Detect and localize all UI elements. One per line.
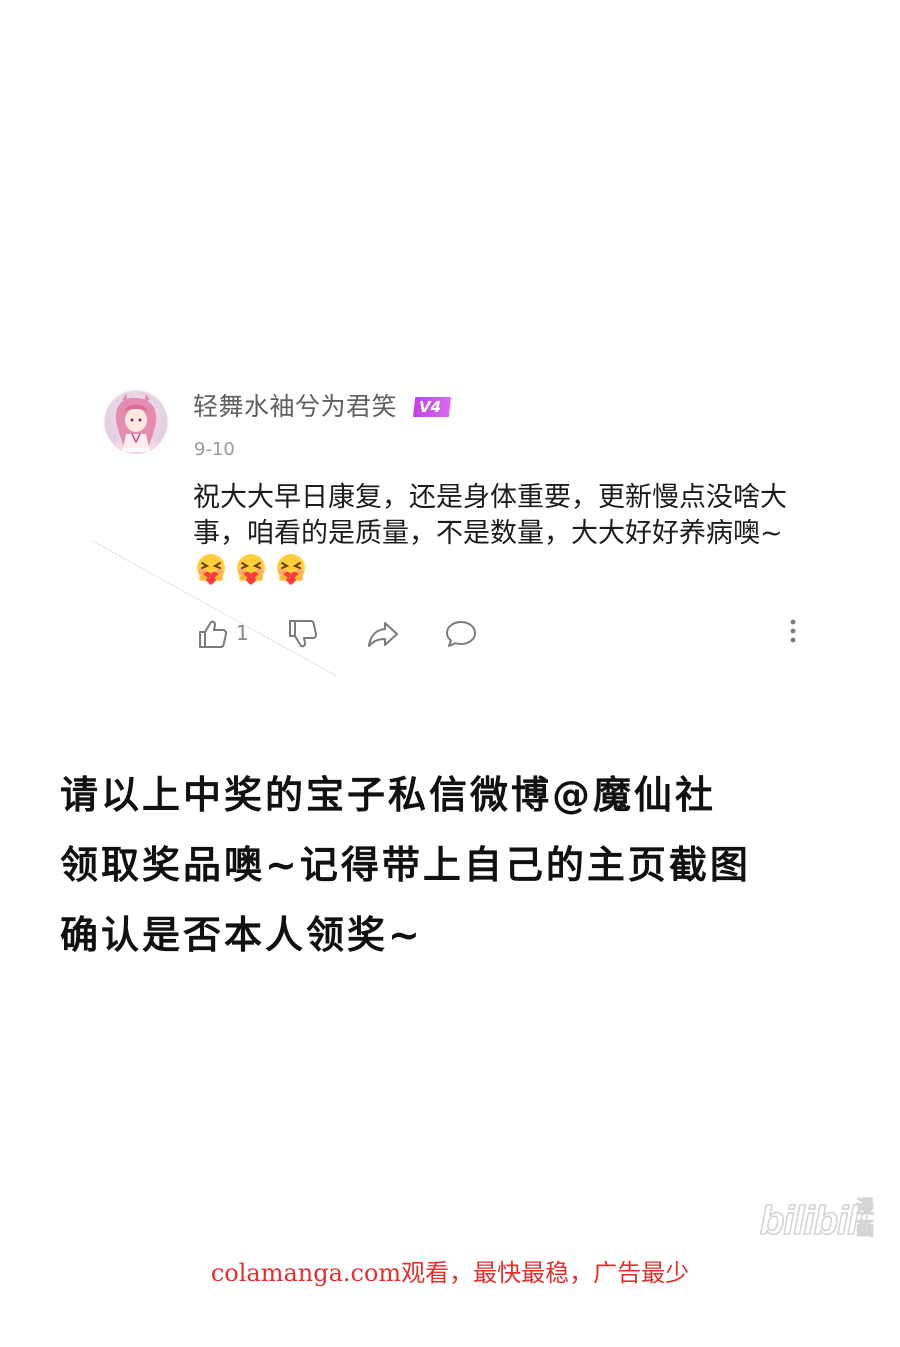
notice-line: 请以上中奖的宝子私信微博@魔仙社: [60, 773, 717, 817]
like-count: 1: [236, 621, 249, 645]
vip-level-badge: V4: [413, 397, 452, 417]
notice-line: 领取奖品噢~记得带上自己的主页截图: [60, 843, 751, 887]
thumbs-up-icon[interactable]: [196, 617, 230, 651]
hug-heart-emoji-icon: [277, 554, 305, 585]
emoji-row: [193, 552, 309, 588]
share-icon[interactable]: [366, 617, 400, 651]
comment-card: 轻舞水袖兮为君笑 V4 9-10 祝大大早日康复，还是身体重要，更新慢点没啥大事…: [0, 0, 900, 700]
comment-reply-icon[interactable]: [444, 617, 478, 651]
watermark-brand-cn: 漫画: [856, 1197, 875, 1241]
more-options-icon[interactable]: [784, 617, 802, 647]
thumbs-down-icon[interactable]: [286, 617, 320, 651]
prize-notice: 请以上中奖的宝子私信微博@魔仙社 领取奖品噢~记得带上自己的主页截图 确认是否本…: [60, 760, 860, 970]
notice-line: 确认是否本人领奖~: [60, 913, 423, 957]
hug-heart-emoji-icon: [237, 554, 265, 585]
username[interactable]: 轻舞水袖兮为君笑: [193, 391, 397, 423]
site-footer-text[interactable]: colamanga.com观看，最快最稳，广告最少: [0, 1257, 900, 1289]
comment-text: 祝大大早日康复，还是身体重要，更新慢点没啥大事，咱看的是质量，不是数量，大大好好…: [193, 482, 787, 549]
avatar[interactable]: [104, 390, 168, 454]
hug-heart-emoji-icon: [197, 554, 225, 585]
watermark-brand: bilibili: [759, 1198, 869, 1244]
comment-date: 9-10: [194, 439, 235, 460]
bilibili-manga-watermark: bilibili 漫画: [759, 1195, 885, 1247]
comment-text-block: 祝大大早日康复，还是身体重要，更新慢点没啥大事，咱看的是质量，不是数量，大大好好…: [193, 480, 803, 592]
